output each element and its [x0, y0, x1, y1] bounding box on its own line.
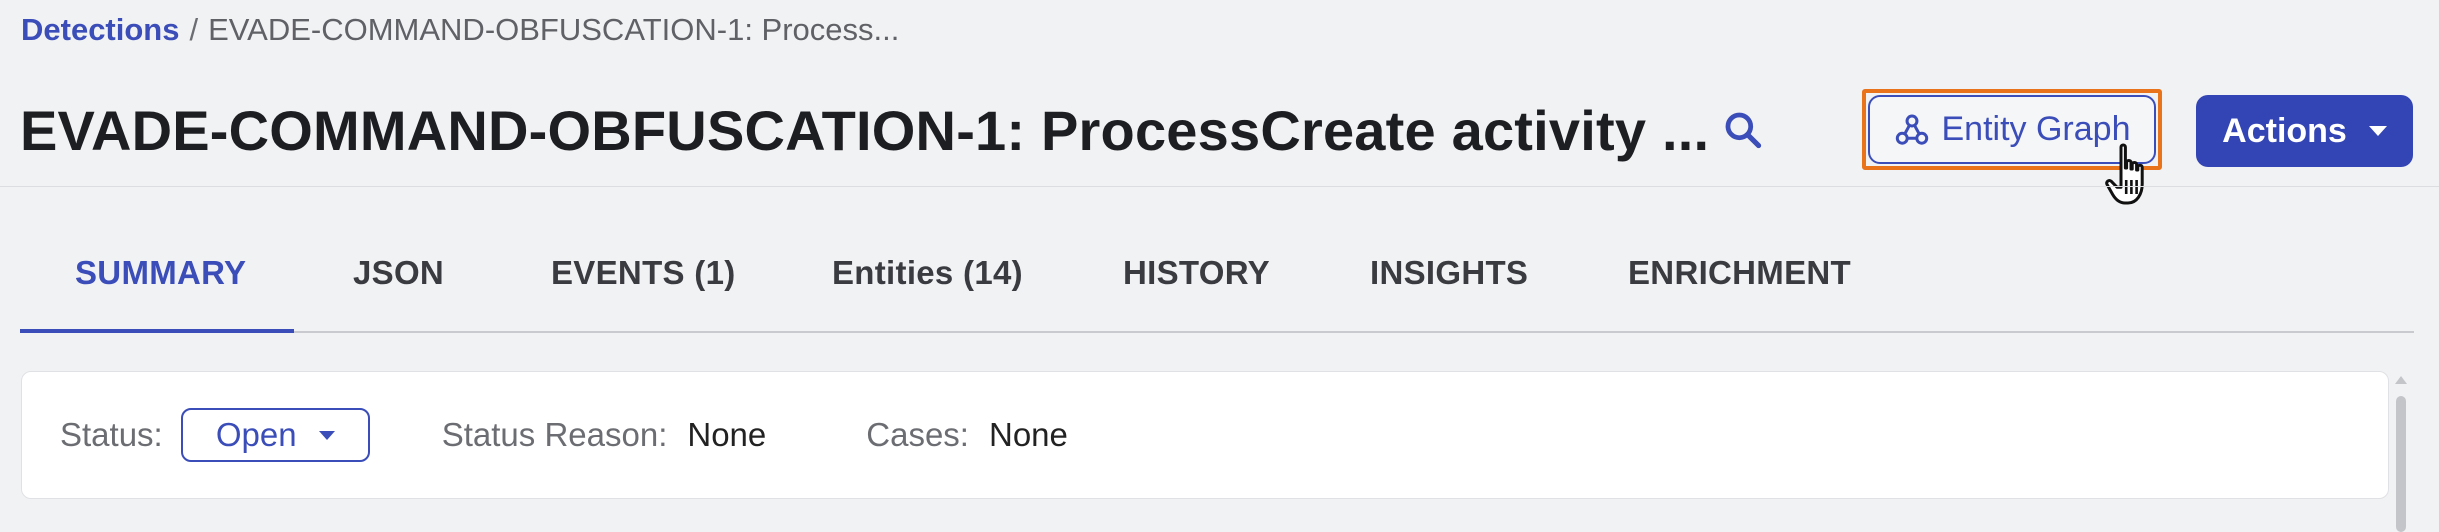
graph-nodes-icon: [1895, 114, 1928, 145]
chevron-down-icon: [2368, 126, 2387, 136]
tab-bar: SUMMARY JSON EVENTS (1) Entities (14) HI…: [20, 238, 2414, 333]
status-reason-value: None: [687, 416, 767, 453]
status-reason-label: Status Reason:: [441, 416, 668, 453]
search-button[interactable]: [1718, 105, 1768, 155]
scrollbar[interactable]: [2391, 368, 2411, 532]
actions-button[interactable]: Actions: [2196, 95, 2413, 167]
tab-bar-baseline: [20, 331, 2414, 333]
tab-summary[interactable]: SUMMARY: [75, 254, 246, 292]
tab-events[interactable]: EVENTS (1): [551, 254, 736, 292]
scrollbar-thumb[interactable]: [2396, 396, 2406, 532]
tab-entities[interactable]: Entities (14): [832, 254, 1023, 292]
tab-json[interactable]: JSON: [353, 254, 444, 292]
breadcrumb-current: EVADE-COMMAND-OBFUSCATION-1: Process...: [208, 12, 900, 47]
status-label: Status:: [60, 416, 163, 453]
actions-label: Actions: [2222, 111, 2347, 150]
cases-label: Cases:: [866, 416, 969, 453]
tab-enrichment[interactable]: ENRICHMENT: [1628, 254, 1851, 292]
status-dropdown[interactable]: Open: [180, 408, 370, 462]
entity-graph-label: Entity Graph: [1941, 110, 2131, 148]
active-tab-indicator: [20, 329, 294, 333]
cases-value: None: [988, 416, 1068, 453]
page-title: EVADE-COMMAND-OBFUSCATION-1: ProcessCrea…: [20, 99, 1710, 162]
breadcrumb: Detections / EVADE-COMMAND-OBFUSCATION-1: …: [21, 12, 899, 48]
tab-insights[interactable]: INSIGHTS: [1370, 254, 1528, 292]
status-value: Open: [215, 416, 297, 453]
breadcrumb-link-detections[interactable]: Detections: [21, 12, 179, 47]
hand-cursor-icon: [2105, 143, 2144, 205]
chevron-down-icon: [318, 430, 335, 440]
status-card: Status: Open Status Reason: None Cases: …: [21, 371, 2389, 499]
status-row: Status: Open Status Reason: None Cases: …: [60, 408, 1068, 462]
header-divider: [0, 186, 2439, 187]
breadcrumb-separator: /: [189, 12, 199, 47]
search-icon: [1725, 112, 1762, 149]
scroll-up-icon[interactable]: [2395, 376, 2407, 384]
tab-history[interactable]: HISTORY: [1123, 254, 1270, 292]
